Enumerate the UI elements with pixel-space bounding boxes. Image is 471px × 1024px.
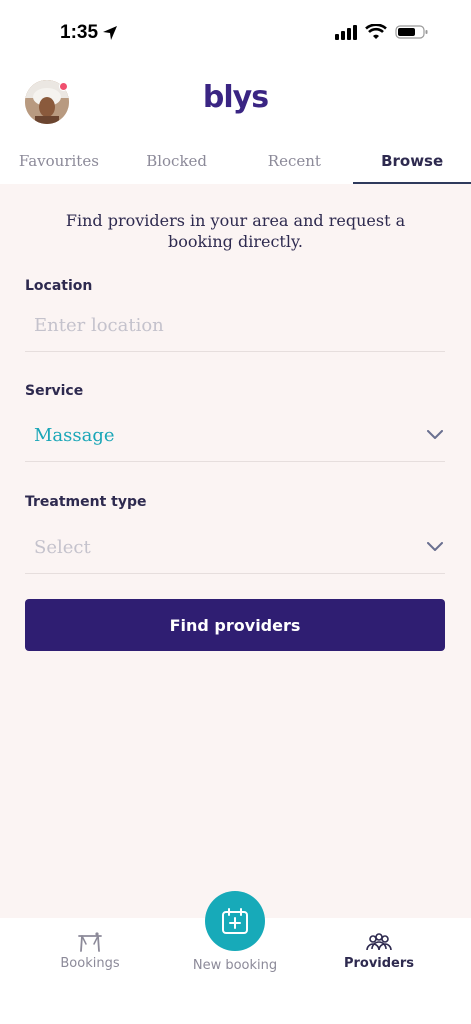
bottom-nav: Bookings New booking Providers: [0, 891, 471, 1024]
nav-providers[interactable]: Providers: [319, 932, 439, 971]
cellular-signal-icon: [335, 25, 357, 40]
status-icons: [335, 24, 429, 40]
wifi-icon: [365, 24, 387, 39]
chevron-down-icon: [427, 430, 443, 439]
tab-recent[interactable]: Recent: [236, 140, 354, 184]
service-select[interactable]: Massage: [25, 410, 445, 462]
brand-logo: blys: [202, 80, 269, 115]
find-providers-button[interactable]: Find providers: [25, 599, 445, 651]
status-time: 1:35: [60, 22, 118, 44]
app-header: blys: [0, 64, 471, 140]
location-field[interactable]: Enter location: [25, 300, 445, 352]
nav-new-booking[interactable]: New booking: [175, 958, 295, 973]
location-arrow-icon: [103, 26, 118, 40]
tab-blocked[interactable]: Blocked: [118, 140, 236, 184]
service-label: Service: [25, 383, 84, 399]
nav-bookings[interactable]: Bookings: [30, 932, 150, 971]
chevron-down-icon: [427, 542, 443, 551]
status-bar: 1:35: [0, 0, 471, 64]
treatment-select[interactable]: Select: [25, 522, 445, 574]
nav-new-booking-label: New booking: [192, 958, 278, 973]
treatment-label: Treatment type: [25, 494, 147, 510]
tab-bar: Favourites Blocked Recent Browse: [0, 140, 471, 184]
location-label: Location: [25, 278, 93, 294]
tab-favourites[interactable]: Favourites: [0, 140, 118, 184]
nav-providers-label: Providers: [343, 956, 415, 971]
tab-browse[interactable]: Browse: [353, 140, 471, 184]
new-booking-button[interactable]: [205, 891, 265, 951]
calendar-plus-icon: [222, 908, 248, 934]
browse-panel: Find providers in your area and request …: [0, 184, 471, 918]
status-time-text: 1:35: [60, 22, 99, 43]
nav-bookings-label: Bookings: [60, 956, 120, 971]
treatment-placeholder: Select: [34, 537, 91, 558]
service-value: Massage: [34, 425, 115, 446]
providers-group-icon: [366, 933, 392, 951]
location-input[interactable]: Enter location: [34, 315, 164, 336]
battery-icon: [395, 25, 428, 39]
massage-table-icon: [78, 932, 102, 952]
intro-text: Find providers in your area and request …: [65, 211, 406, 251]
